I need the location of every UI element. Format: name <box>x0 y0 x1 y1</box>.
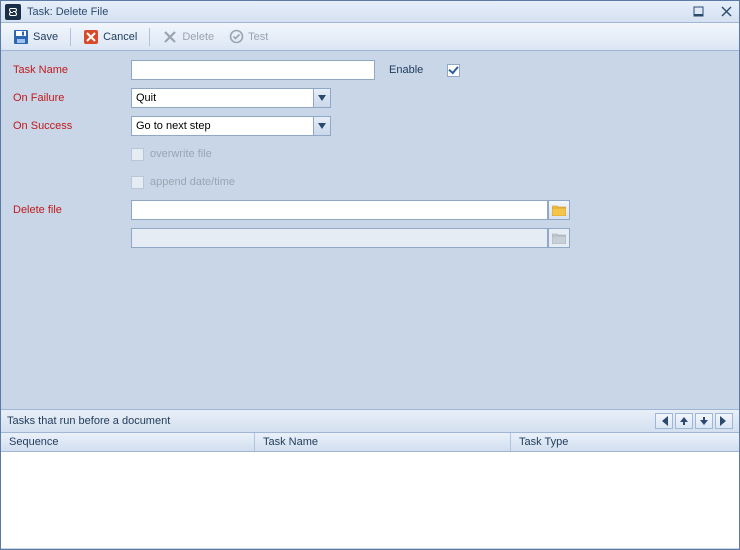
delete-button: Delete <box>156 27 220 47</box>
app-icon <box>5 4 21 20</box>
task-name-label: Task Name <box>13 64 131 76</box>
window-title: Task: Delete File <box>27 6 689 18</box>
folder-icon <box>552 204 566 216</box>
test-icon <box>228 29 244 45</box>
on-success-value[interactable] <box>131 116 313 136</box>
on-failure-value[interactable] <box>131 88 313 108</box>
delete-icon <box>162 29 178 45</box>
second-file-input <box>131 228 548 248</box>
go-first-icon <box>659 416 669 426</box>
grid-body[interactable] <box>1 452 739 548</box>
lower-panel-title: Tasks that run before a document <box>7 415 653 427</box>
on-failure-combo[interactable] <box>131 88 331 108</box>
enable-checkbox[interactable] <box>447 64 460 77</box>
row-overwrite: overwrite file <box>13 143 729 165</box>
folder-icon <box>552 232 566 244</box>
on-failure-label: On Failure <box>13 92 131 104</box>
close-icon <box>721 6 732 17</box>
go-up-icon <box>679 416 689 426</box>
chevron-down-icon <box>318 123 326 129</box>
on-failure-dropdown[interactable] <box>313 88 331 108</box>
on-success-label: On Success <box>13 120 131 132</box>
go-first-button[interactable] <box>655 413 673 429</box>
col-task-name[interactable]: Task Name <box>255 433 511 451</box>
task-name-input[interactable] <box>131 60 375 80</box>
save-button[interactable]: Save <box>7 27 64 47</box>
window: Task: Delete File Save Cancel <box>0 0 740 550</box>
browse-file-button[interactable] <box>548 200 570 220</box>
delete-label: Delete <box>182 31 214 43</box>
lower-panel: Tasks that run before a document Sequenc… <box>1 409 739 548</box>
go-up-button[interactable] <box>675 413 693 429</box>
append-label: append date/time <box>150 176 235 188</box>
save-icon <box>13 29 29 45</box>
toolbar: Save Cancel Delete Test <box>1 23 739 51</box>
minimize-icon <box>693 6 704 17</box>
row-on-success: On Success <box>13 115 729 137</box>
go-last-icon <box>719 416 729 426</box>
col-task-type[interactable]: Task Type <box>511 433 739 451</box>
test-button: Test <box>222 27 274 47</box>
chevron-down-icon <box>318 95 326 101</box>
delete-file-label: Delete file <box>13 204 131 216</box>
row-delete-file: Delete file <box>13 199 729 221</box>
test-label: Test <box>248 31 268 43</box>
enable-label: Enable <box>389 64 423 76</box>
col-sequence[interactable]: Sequence <box>1 433 255 451</box>
window-controls <box>689 5 735 19</box>
toolbar-separator <box>149 28 150 46</box>
on-success-dropdown[interactable] <box>313 116 331 136</box>
titlebar: Task: Delete File <box>1 1 739 23</box>
form-content: Task Name Enable On Failure On Success <box>1 51 739 549</box>
close-button[interactable] <box>717 5 735 19</box>
cancel-icon <box>83 29 99 45</box>
lower-panel-header: Tasks that run before a document <box>1 410 739 433</box>
row-second-file <box>13 227 729 249</box>
overwrite-checkbox <box>131 148 144 161</box>
grid-header: Sequence Task Name Task Type <box>1 433 739 452</box>
overwrite-label: overwrite file <box>150 148 212 160</box>
cancel-label: Cancel <box>103 31 137 43</box>
browse-file-button-disabled <box>548 228 570 248</box>
go-down-icon <box>699 416 709 426</box>
append-checkbox <box>131 176 144 189</box>
row-on-failure: On Failure <box>13 87 729 109</box>
go-last-button[interactable] <box>715 413 733 429</box>
save-label: Save <box>33 31 58 43</box>
row-append: append date/time <box>13 171 729 193</box>
cancel-button[interactable]: Cancel <box>77 27 143 47</box>
delete-file-input[interactable] <box>131 200 548 220</box>
minimize-button[interactable] <box>689 5 707 19</box>
toolbar-separator <box>70 28 71 46</box>
go-down-button[interactable] <box>695 413 713 429</box>
row-task-name: Task Name Enable <box>13 59 729 81</box>
on-success-combo[interactable] <box>131 116 331 136</box>
